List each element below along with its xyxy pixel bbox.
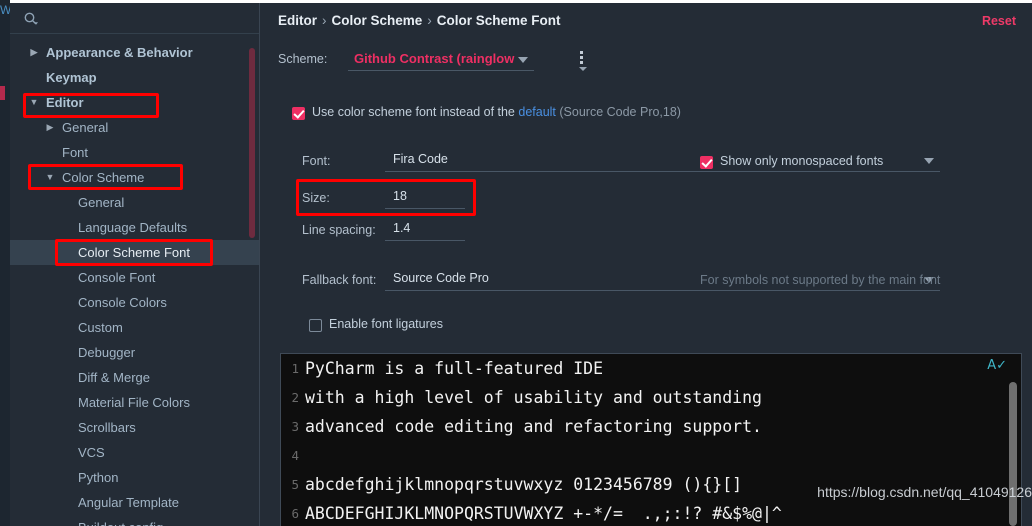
sidebar-item-label: Custom (78, 320, 123, 335)
search-icon[interactable] (23, 11, 39, 27)
line-number: 6 (291, 506, 299, 521)
background-window-glyph: W (0, 3, 10, 17)
font-preview-editor[interactable]: 1 PyCharm is a full-featured IDE 2 with a h… (280, 353, 1022, 526)
sidebar-item-label: Font (62, 145, 89, 160)
sidebar-item-label: Diff & Merge (78, 370, 151, 385)
sidebar-item-label: Scrollbars (78, 420, 136, 435)
line-number: 5 (291, 477, 299, 492)
settings-dialog: ▶ Appearance & Behavior Keymap ▼ Editor ▶ Gene… (10, 0, 1032, 526)
editor-line: 2 with a high level of usability and outs… (281, 383, 1021, 412)
sidebar-item-color-scheme[interactable]: ▼ Color Scheme (10, 165, 259, 190)
sidebar-item-label: General (62, 120, 109, 135)
sidebar-item-console-colors[interactable]: Console Colors (10, 290, 259, 315)
sidebar-item-color-scheme-font[interactable]: Color Scheme Font (10, 240, 259, 265)
line-text: abcdefghijklmnopqrstuvwxyz 0123456789 ()… (305, 475, 743, 494)
background-window-sliver: W (0, 0, 10, 526)
editor-scrollbar[interactable] (1009, 382, 1017, 526)
fallback-font-label: Fallback font: (302, 273, 377, 287)
sidebar-item-label: Color Scheme (62, 170, 145, 185)
sidebar-item-label: Color Scheme Font (78, 245, 190, 260)
line-text: ABCDEFGHIJKLMNOPQRSTUVWXYZ +-*/= .,;:!? … (305, 504, 782, 523)
chevron-right-icon[interactable]: ▶ (44, 115, 56, 140)
sidebar-item-appearance-behavior[interactable]: ▶ Appearance & Behavior (10, 40, 259, 65)
monospaced-checkbox[interactable] (700, 156, 713, 169)
ligatures-label: Enable font ligatures (329, 317, 443, 331)
sidebar-item-label: Appearance & Behavior (46, 45, 193, 60)
editor-line: 3 advanced code editing and refactoring s… (281, 412, 1021, 441)
sidebar-item-label: Debugger (78, 345, 136, 360)
sidebar-item-label: Angular Template (78, 495, 179, 510)
sidebar-item-label: Material File Colors (78, 395, 190, 410)
line-number: 2 (291, 390, 299, 405)
editor-line: 1 PyCharm is a full-featured IDE (281, 354, 1021, 383)
chevron-right-icon[interactable]: ▶ (28, 40, 40, 65)
sidebar-item-font[interactable]: Font (10, 140, 259, 165)
sidebar-item-custom[interactable]: Custom (10, 315, 259, 340)
sidebar-item-general[interactable]: ▶ General (10, 115, 259, 140)
inspections-ok-icon[interactable]: A✓ (987, 358, 1007, 373)
sidebar-item-keymap[interactable]: Keymap (10, 65, 259, 90)
line-spacing-label: Line spacing: (302, 223, 376, 237)
sidebar-item-label: Language Defaults (78, 220, 188, 235)
monospaced-label: Show only monospaced fonts (720, 154, 884, 168)
font-label: Font: (302, 154, 331, 168)
sidebar-item-label: Editor (46, 95, 84, 110)
chevron-down-icon[interactable]: ▼ (28, 90, 40, 115)
settings-sidebar: ▶ Appearance & Behavior Keymap ▼ Editor ▶ Gene… (10, 3, 260, 526)
sidebar-item-label: VCS (78, 445, 105, 460)
background-window-marker (0, 86, 5, 100)
sidebar-item-vcs[interactable]: VCS (10, 440, 259, 465)
font-dropdown-value: Fira Code (393, 152, 448, 166)
settings-dialog-screenshot: W ▶ Appearance & Behavior Keymap ▼ Editor ▶ Ge… (0, 0, 1032, 526)
watermark-text: https://blog.csdn.net/qq_41049126 (817, 484, 1032, 500)
sidebar-item-label: Console Colors (78, 295, 167, 310)
sidebar-item-material-file-colors[interactable]: Material File Colors (10, 390, 259, 415)
sidebar-item-buildout-config[interactable]: Buildout config (10, 515, 259, 526)
line-spacing-value: 1.4 (393, 221, 411, 235)
editor-line: 4 (281, 441, 1021, 470)
sidebar-scrollbar[interactable] (249, 48, 255, 238)
sidebar-item-general[interactable]: General (10, 190, 259, 215)
sidebar-item-label: Buildout config (78, 520, 163, 526)
sidebar-item-debugger[interactable]: Debugger (10, 340, 259, 365)
settings-main-pane: Editor › Color Scheme › Color Scheme Font Re… (260, 3, 1032, 526)
sidebar-item-python[interactable]: Python (10, 465, 259, 490)
fallback-font-value: Source Code Pro (393, 271, 489, 285)
settings-tree: ▶ Appearance & Behavior Keymap ▼ Editor ▶ Gene… (10, 34, 259, 526)
sidebar-item-language-defaults[interactable]: Language Defaults (10, 215, 259, 240)
search-input[interactable] (44, 9, 244, 28)
line-text: advanced code editing and refactoring su… (305, 417, 762, 436)
chevron-down-icon[interactable]: ▼ (44, 165, 56, 190)
sidebar-item-label: Keymap (46, 70, 97, 85)
sidebar-item-label: General (78, 195, 125, 210)
editor-code-area: 1 PyCharm is a full-featured IDE 2 with a h… (281, 354, 1021, 526)
line-text: PyCharm is a full-featured IDE (305, 359, 604, 378)
size-value: 18 (393, 189, 407, 203)
sidebar-item-diff-merge[interactable]: Diff & Merge (10, 365, 259, 390)
line-number: 3 (291, 419, 299, 434)
size-input[interactable]: 18 (385, 187, 465, 209)
sidebar-item-console-font[interactable]: Console Font (10, 265, 259, 290)
ligatures-checkbox[interactable] (309, 319, 322, 332)
line-number: 4 (291, 448, 299, 463)
line-spacing-input[interactable]: 1.4 (385, 219, 465, 241)
editor-line: 6 ABCDEFGHIJKLMNOPQRSTUVWXYZ +-*/= .,;:!?… (281, 499, 1021, 526)
sidebar-item-label: Python (78, 470, 119, 485)
line-number: 1 (291, 361, 299, 376)
sidebar-item-editor[interactable]: ▼ Editor (10, 90, 259, 115)
sidebar-item-scrollbars[interactable]: Scrollbars (10, 415, 259, 440)
chevron-down-icon (924, 158, 934, 164)
fallback-font-hint: For symbols not supported by the main fo… (700, 273, 941, 287)
size-label: Size: (302, 191, 330, 205)
sidebar-item-label: Console Font (78, 270, 156, 285)
sidebar-search-row (10, 3, 259, 34)
line-text: with a high level of usability and outst… (305, 388, 762, 407)
sidebar-item-angular-template[interactable]: Angular Template (10, 490, 259, 515)
